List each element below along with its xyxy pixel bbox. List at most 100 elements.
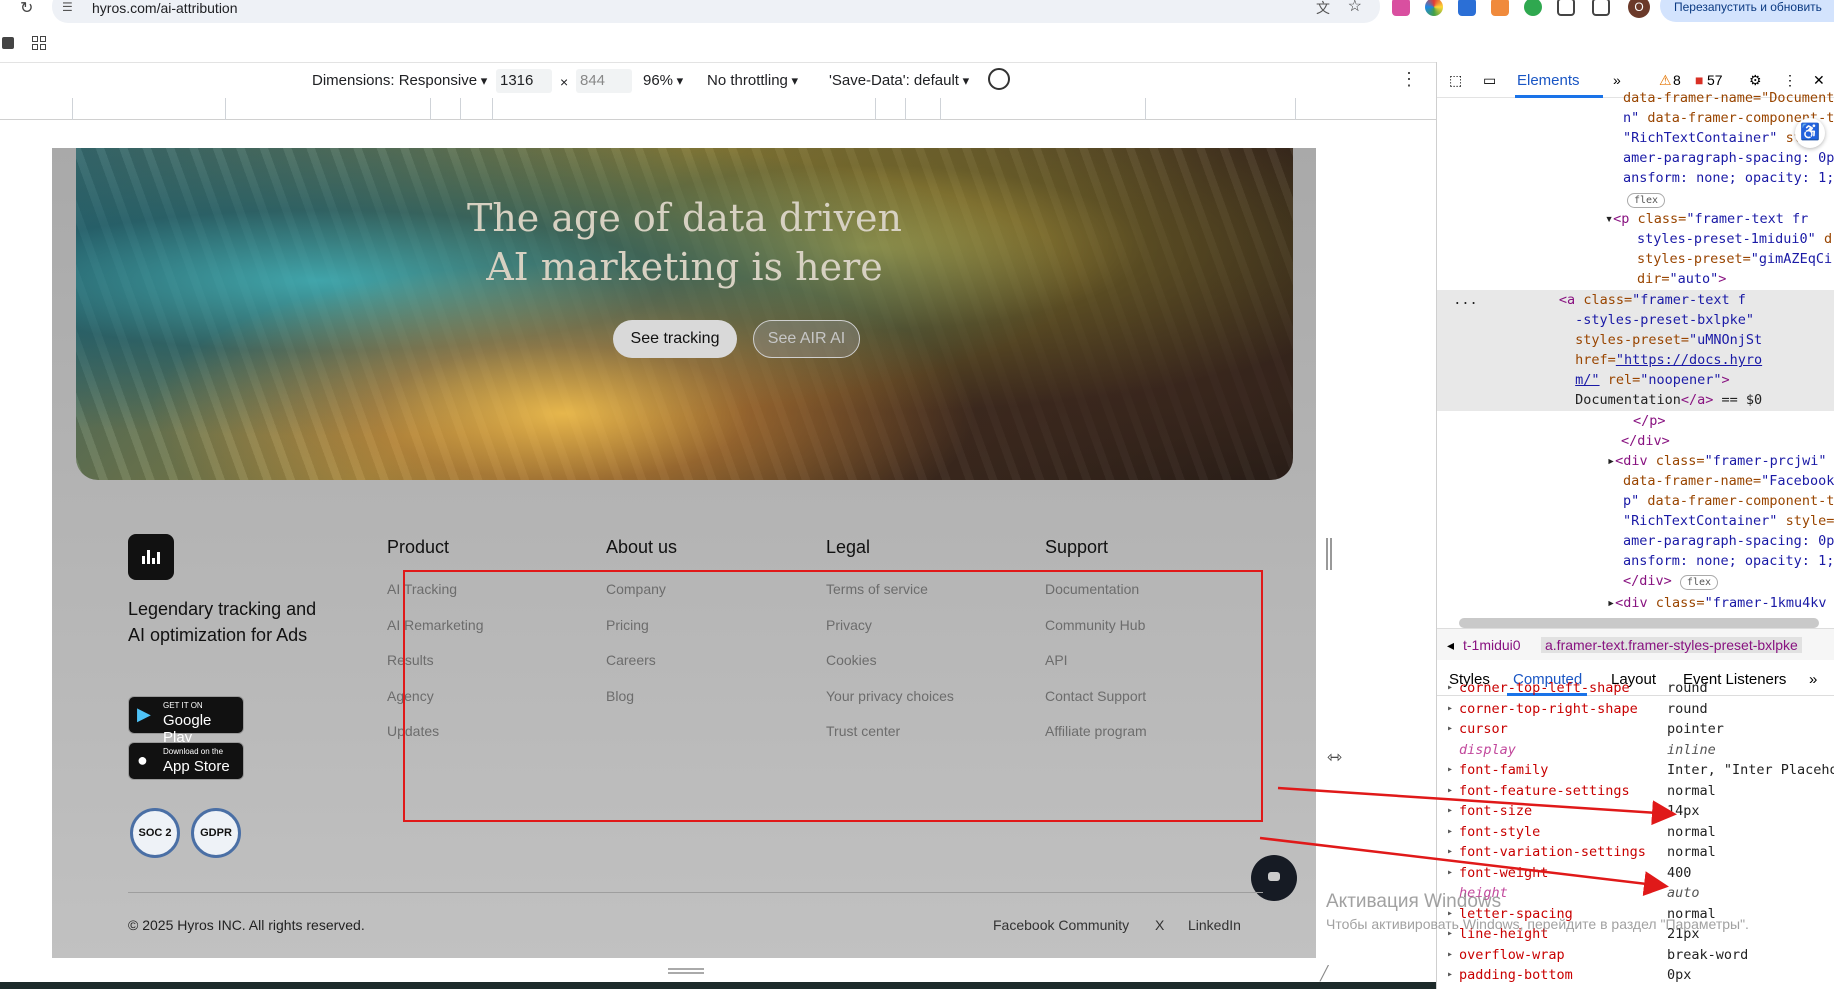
errors-count[interactable]: 57 [1707, 72, 1723, 88]
expand-arrow-icon[interactable]: ▸ [1447, 678, 1453, 698]
see-air-ai-button[interactable]: See AIR AI [753, 320, 860, 358]
expand-arrow-icon[interactable]: ▸ [1447, 781, 1453, 801]
dom-line[interactable]: flex [1627, 189, 1834, 210]
computed-property-row[interactable]: ▸ font-weight 400 [1437, 863, 1834, 883]
extension-icon[interactable] [1491, 0, 1509, 16]
stop-icon[interactable] [2, 37, 14, 49]
computed-property-row[interactable]: ▸ cursor pointer [1437, 719, 1834, 739]
dom-line[interactable]: ansform: none; opacity: 1; [1623, 551, 1834, 572]
dom-line[interactable]: </div> [1621, 431, 1834, 452]
computed-property-row[interactable]: ▸ font-feature-settings normal [1437, 781, 1834, 801]
hyros-logo-icon[interactable] [128, 534, 174, 580]
dom-line[interactable]: </div> flex [1623, 571, 1834, 592]
dom-line[interactable]: dir="auto"> [1637, 269, 1834, 290]
computed-property-row[interactable]: ▸ padding-bottom 0px [1437, 965, 1834, 985]
dom-line-selected[interactable]: -styles-preset-bxlpke" [1437, 310, 1834, 331]
dom-line[interactable]: styles-preset-1midui0" d [1637, 229, 1834, 250]
dom-line[interactable]: amer-paragraph-spacing: 0p [1623, 148, 1834, 169]
warning-icon[interactable]: ⚠ [1659, 72, 1672, 89]
apps-grid-icon[interactable] [32, 36, 46, 50]
computed-property-row[interactable]: ▸ corner-top-right-shape round [1437, 699, 1834, 719]
save-data-select[interactable]: 'Save-Data': default [829, 72, 969, 89]
computed-property-row[interactable]: ▸ corner-top-left-shape round [1437, 678, 1834, 698]
viewport-corner-resize-handle[interactable]: ╱ [1320, 965, 1336, 981]
app-store-button[interactable]: ● Download on the App Store [128, 742, 244, 780]
computed-property-row[interactable]: ▸ font-style normal [1437, 822, 1834, 842]
site-settings-icon[interactable]: ☰ [62, 0, 76, 14]
more-options-icon[interactable]: ⋮ [1400, 69, 1418, 90]
dom-line[interactable]: ▸<div class="framer-prcjwi" [1607, 451, 1834, 472]
dom-line[interactable]: data-framer-name="Facebook [1623, 471, 1834, 492]
horizontal-scrollbar[interactable] [1459, 618, 1819, 628]
warnings-count[interactable]: 8 [1673, 72, 1681, 88]
breadcrumb-item[interactable]: t-1midui0 [1463, 637, 1521, 653]
height-input[interactable]: 844 [576, 69, 632, 93]
dom-line-selected[interactable]: Documentation</a> == $0 [1437, 390, 1834, 411]
computed-property-row[interactable]: ▸ font-family Inter, "Inter Placeho [1437, 760, 1834, 780]
width-input[interactable]: 1316 [496, 69, 552, 93]
dom-line[interactable]: </p> [1633, 411, 1834, 432]
dom-line-selected[interactable]: styles-preset="uMNOnjSt [1437, 330, 1834, 351]
media-query-ruler[interactable] [0, 98, 1436, 120]
dimensions-select[interactable]: Dimensions: Responsive [312, 72, 487, 89]
reload-icon[interactable]: ↻ [20, 0, 40, 18]
dom-line[interactable]: ▸<div class="framer-1kmu4kv [1607, 593, 1834, 614]
extension-icon[interactable] [1458, 0, 1476, 16]
computed-property-row[interactable]: ▸ overflow-wrap break-word [1437, 945, 1834, 965]
dom-line[interactable]: "RichTextContainer" style= [1623, 511, 1834, 532]
accessibility-icon[interactable]: ♿ [1795, 118, 1825, 148]
bookmark-star-icon[interactable]: ☆ [1348, 0, 1362, 16]
expand-arrow-icon[interactable]: ▸ [1447, 801, 1453, 821]
dom-line[interactable]: amer-paragraph-spacing: 0p [1623, 531, 1834, 552]
expand-arrow-icon[interactable]: ▸ [1447, 699, 1453, 719]
dom-line[interactable]: styles-preset="gimAZEqCi [1637, 249, 1834, 270]
zoom-select[interactable]: 96% [643, 72, 683, 89]
expand-arrow-icon[interactable]: ▸ [1447, 719, 1453, 739]
tab-elements[interactable]: Elements [1517, 72, 1580, 89]
more-tabs-icon[interactable]: » [1613, 72, 1621, 88]
extensions-puzzle-icon[interactable] [1557, 0, 1575, 16]
chat-widget-icon[interactable] [1251, 855, 1297, 901]
restart-update-button[interactable]: Перезапустить и обновить [1660, 0, 1834, 22]
device-toggle-icon[interactable]: ▭ [1483, 72, 1496, 89]
dom-line-selected[interactable]: href="https://docs.hyro [1437, 350, 1834, 371]
dom-line[interactable]: ansform: none; opacity: 1; [1623, 168, 1834, 189]
dom-tree[interactable]: data-framer-name="Documenta n" data-fram… [1437, 90, 1834, 640]
dom-line[interactable]: data-framer-name="Documenta [1623, 88, 1834, 109]
google-play-button[interactable]: ▶ GET IT ON Google Play [128, 696, 244, 746]
dom-line-selected[interactable]: ... <a class="framer-text f [1437, 290, 1834, 311]
settings-gear-icon[interactable]: ⚙ [1749, 72, 1762, 89]
footer-link-x[interactable]: X [1155, 917, 1164, 933]
throttling-select[interactable]: No throttling [707, 72, 798, 89]
side-panel-icon[interactable] [1592, 0, 1610, 16]
rotate-icon[interactable] [988, 68, 1010, 90]
breadcrumb-item-selected[interactable]: a.framer-text.framer-styles-preset-bxlpk… [1541, 637, 1802, 653]
expand-arrow-icon[interactable]: ▸ [1447, 945, 1453, 965]
extension-icon[interactable] [1425, 0, 1443, 16]
dom-line[interactable]: ▾<p class="framer-text fr [1605, 209, 1834, 230]
extension-icon[interactable] [1524, 0, 1542, 16]
dom-line-selected[interactable]: m/" rel="noopener"> [1437, 370, 1834, 391]
computed-property-row[interactable]: display inline [1437, 740, 1834, 760]
expand-arrow-icon[interactable]: ▸ [1447, 760, 1453, 780]
expand-arrow-icon[interactable]: ▸ [1447, 965, 1453, 985]
dom-line[interactable]: p" data-framer-component-t [1623, 491, 1834, 512]
address-bar[interactable]: ☰ hyros.com/ai-attribution 文 ☆ [52, 0, 1380, 23]
computed-property-row[interactable]: ▸ font-variation-settings normal [1437, 842, 1834, 862]
see-tracking-button[interactable]: See tracking [613, 320, 737, 358]
error-icon[interactable]: ■ [1695, 72, 1703, 88]
devtools-menu-icon[interactable]: ⋮ [1783, 72, 1797, 89]
viewport-bottom-resize-handle[interactable] [668, 968, 704, 974]
footer-link-linkedin[interactable]: LinkedIn [1188, 917, 1241, 933]
viewport-side-resize-handle[interactable] [1326, 538, 1332, 570]
breadcrumb-back-icon[interactable]: ◂ [1447, 637, 1454, 654]
computed-property-row[interactable]: ▸ font-size 14px [1437, 801, 1834, 821]
footer-link-facebook[interactable]: Facebook Community [993, 917, 1129, 933]
url-text[interactable]: hyros.com/ai-attribution [92, 0, 238, 16]
translate-icon[interactable]: 文 [1316, 0, 1330, 18]
extension-icon[interactable] [1392, 0, 1410, 16]
profile-avatar[interactable]: O [1628, 0, 1650, 18]
expand-arrow-icon[interactable]: ▸ [1447, 863, 1453, 883]
expand-arrow-icon[interactable]: ▸ [1447, 822, 1453, 842]
expand-arrow-icon[interactable]: ▸ [1447, 842, 1453, 862]
